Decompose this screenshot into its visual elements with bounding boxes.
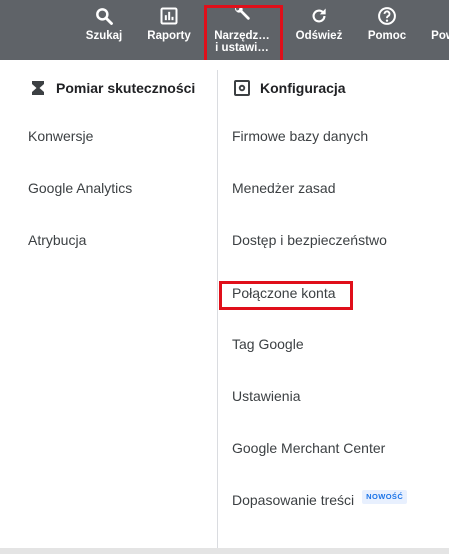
menu-item-google-tag[interactable]: Tag Google xyxy=(232,334,304,354)
more-button[interactable]: Pow xyxy=(423,0,449,60)
settings-box-icon xyxy=(234,80,250,96)
content-suitability-label: Dopasowanie treści xyxy=(232,492,355,508)
menu-item-access-and-security[interactable]: Dostęp i bezpieczeństwo xyxy=(232,230,387,250)
new-badge: NOWOŚĆ xyxy=(362,490,408,504)
hourglass-icon xyxy=(32,81,44,95)
setup-heading: Konfiguracja xyxy=(234,76,346,100)
refresh-icon xyxy=(312,8,326,23)
more-label: Pow xyxy=(431,30,449,42)
bottom-edge xyxy=(0,548,449,554)
search-button[interactable]: Szukaj xyxy=(84,0,124,60)
menu-item-settings[interactable]: Ustawienia xyxy=(232,386,300,406)
tools-label-line2: i ustawi… xyxy=(215,42,269,54)
menu-item-google-merchant-center[interactable]: Google Merchant Center xyxy=(232,438,385,458)
reports-label: Raporty xyxy=(147,30,191,42)
page: Szukaj Raporty Narzędz… i ustawi… Odświe… xyxy=(0,0,449,554)
wrench-icon xyxy=(235,5,250,20)
search-label: Szukaj xyxy=(85,30,123,42)
refresh-button[interactable]: Odśwież xyxy=(293,0,345,60)
help-label: Pomoc xyxy=(367,30,407,42)
menu-item-linked-accounts[interactable]: Połączone konta xyxy=(232,283,336,303)
tools-dropdown-menu: Pomiar skuteczności Konwersje Google Ana… xyxy=(0,60,449,548)
menu-item-policy-manager[interactable]: Menedżer zasad xyxy=(232,178,336,198)
menu-item-attribution[interactable]: Atrybucja xyxy=(28,230,86,250)
help-button[interactable]: Pomoc xyxy=(364,0,410,60)
menu-item-content-suitability[interactable]: Dopasowanie treści NOWOŚĆ xyxy=(232,490,408,510)
tools-and-settings-button[interactable]: Narzędz… i ustawi… xyxy=(210,0,274,60)
tools-label-line1: Narzędz… xyxy=(214,30,270,42)
menu-item-conversions[interactable]: Konwersje xyxy=(28,126,93,146)
menu-item-business-data[interactable]: Firmowe bazy danych xyxy=(232,126,368,146)
menu-item-google-analytics[interactable]: Google Analytics xyxy=(28,178,132,198)
setup-column: Konfiguracja Firmowe bazy danych Menedże… xyxy=(218,60,449,548)
measurement-heading: Pomiar skuteczności xyxy=(30,76,195,100)
reports-button[interactable]: Raporty xyxy=(144,0,194,60)
search-icon xyxy=(96,8,113,25)
help-icon xyxy=(378,7,396,25)
setup-heading-label: Konfiguracja xyxy=(260,80,346,96)
refresh-label: Odśwież xyxy=(295,30,343,42)
top-toolbar: Szukaj Raporty Narzędz… i ustawi… Odświe… xyxy=(0,0,449,60)
bar-chart-icon xyxy=(160,7,178,25)
more-icon-placeholder xyxy=(433,6,449,26)
measurement-heading-label: Pomiar skuteczności xyxy=(56,80,196,96)
measurement-column: Pomiar skuteczności Konwersje Google Ana… xyxy=(0,60,218,548)
